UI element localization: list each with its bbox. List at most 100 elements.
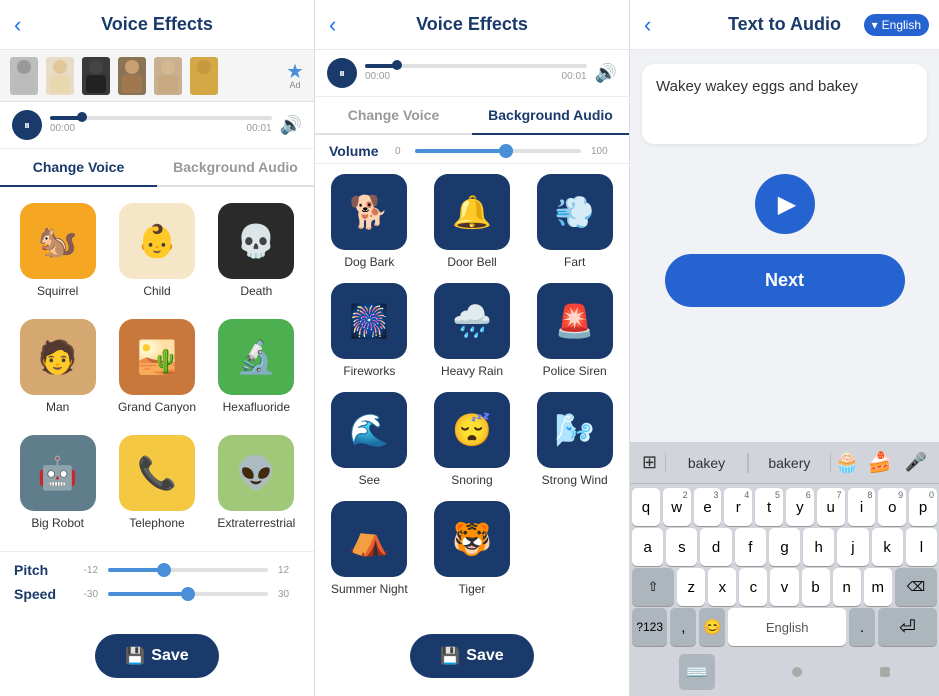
key-shift[interactable]: ⇧ bbox=[632, 568, 674, 606]
tab-change-voice-2[interactable]: Change Voice bbox=[315, 97, 472, 133]
bb-square[interactable] bbox=[880, 667, 890, 677]
key-k[interactable]: k bbox=[872, 528, 903, 566]
progress-bar-1[interactable] bbox=[50, 116, 272, 120]
key-y[interactable]: y6 bbox=[786, 488, 814, 526]
key-d[interactable]: d bbox=[700, 528, 731, 566]
key-c[interactable]: c bbox=[739, 568, 767, 606]
key-emoji-btn[interactable]: 😊 bbox=[699, 608, 725, 646]
key-period[interactable]: . bbox=[849, 608, 875, 646]
key-backspace[interactable]: ⌫ bbox=[895, 568, 937, 606]
tab-background-audio-1[interactable]: Background Audio bbox=[157, 149, 314, 185]
time-total-2: 00:01 bbox=[562, 71, 587, 82]
voice-item-death[interactable]: 💀 Death bbox=[207, 195, 306, 311]
save-button-1[interactable]: 💾 Save bbox=[95, 634, 218, 678]
volume-thumb[interactable] bbox=[499, 144, 513, 158]
key-i[interactable]: i8 bbox=[848, 488, 876, 526]
key-return[interactable]: ⏎ bbox=[878, 608, 937, 646]
key-comma[interactable]: , bbox=[670, 608, 696, 646]
bg-item-doorbell[interactable]: 🔔 Door Bell bbox=[422, 168, 523, 275]
bb-keyboard-icon[interactable]: ⌨️ bbox=[679, 654, 715, 690]
key-n[interactable]: n bbox=[833, 568, 861, 606]
pause-button-1[interactable]: ⏸ bbox=[12, 110, 42, 140]
bg-item-rain[interactable]: 🌧️ Heavy Rain bbox=[422, 277, 523, 384]
key-s[interactable]: s bbox=[666, 528, 697, 566]
key-j[interactable]: j bbox=[837, 528, 868, 566]
save-icon-1: 💾 bbox=[125, 646, 145, 666]
key-b[interactable]: b bbox=[802, 568, 830, 606]
pitch-track[interactable] bbox=[108, 568, 268, 572]
voice-item-squirrel[interactable]: 🐿️ Squirrel bbox=[8, 195, 107, 311]
progress-container-1: 00:00 00:01 bbox=[50, 116, 272, 134]
bg-item-fireworks[interactable]: 🎆 Fireworks bbox=[319, 277, 420, 384]
key-h[interactable]: h bbox=[803, 528, 834, 566]
key-r[interactable]: r4 bbox=[724, 488, 752, 526]
voice-item-robot[interactable]: 🤖 Big Robot bbox=[8, 427, 107, 543]
bb-home[interactable] bbox=[792, 667, 802, 677]
voice-item-canyon[interactable]: 🏜️ Grand Canyon bbox=[107, 311, 206, 427]
key-m[interactable]: m bbox=[864, 568, 892, 606]
bg-item-police[interactable]: 🚨 Police Siren bbox=[524, 277, 625, 384]
voice-label-man: Man bbox=[46, 400, 69, 414]
save-button-2[interactable]: 💾 Save bbox=[410, 634, 533, 678]
voice-item-hexa[interactable]: 🔬 Hexafluoride bbox=[207, 311, 306, 427]
speed-track[interactable] bbox=[108, 592, 268, 596]
suggestion-bakery[interactable]: bakery bbox=[748, 453, 831, 473]
back-icon-2[interactable]: ‹ bbox=[329, 12, 336, 38]
tab-change-voice-1[interactable]: Change Voice bbox=[0, 149, 157, 187]
voice-item-alien[interactable]: 👽 Extraterrestrial bbox=[207, 427, 306, 543]
key-space[interactable]: English bbox=[728, 608, 846, 646]
speed-thumb[interactable] bbox=[181, 587, 195, 601]
bg-item-tiger[interactable]: 🐯 Tiger bbox=[422, 495, 523, 602]
ad-banner: Ad bbox=[0, 50, 314, 102]
volume-track[interactable] bbox=[415, 149, 581, 153]
voice-label-alien: Extraterrestrial bbox=[217, 516, 295, 530]
key-v[interactable]: v bbox=[770, 568, 798, 606]
voice-item-child[interactable]: 👶 Child bbox=[107, 195, 206, 311]
voice-item-telephone[interactable]: 📞 Telephone bbox=[107, 427, 206, 543]
audio-player-2: ⏸ 00:00 00:01 🔊 bbox=[315, 50, 629, 97]
keyboard-bottom-bar: ⌨️ bbox=[630, 648, 939, 696]
mic-icon[interactable]: 🎤 bbox=[897, 448, 935, 477]
key-t[interactable]: t5 bbox=[755, 488, 783, 526]
suggestion-emoji2[interactable]: 🍰 bbox=[864, 448, 897, 477]
bg-item-wind[interactable]: 🌬️ Strong Wind bbox=[524, 386, 625, 493]
volume-icon-1[interactable]: 🔊 bbox=[280, 115, 302, 136]
pitch-thumb[interactable] bbox=[157, 563, 171, 577]
suggestion-bakey[interactable]: bakey bbox=[665, 453, 748, 473]
key-g[interactable]: g bbox=[769, 528, 800, 566]
suggestion-emoji1[interactable]: 🧁 bbox=[831, 448, 864, 477]
tab-background-audio-2[interactable]: Background Audio bbox=[472, 97, 629, 135]
key-u[interactable]: u7 bbox=[817, 488, 845, 526]
key-numbers[interactable]: ?123 bbox=[632, 608, 667, 646]
key-z[interactable]: z bbox=[677, 568, 705, 606]
bg-item-summer[interactable]: ⛺ Summer Night bbox=[319, 495, 420, 602]
tta-play-button[interactable]: ▶ bbox=[755, 174, 815, 234]
grid-icon[interactable]: ⊞ bbox=[634, 448, 665, 477]
tta-header: ‹ Text to Audio ▾ English bbox=[630, 0, 939, 50]
panel2-title: Voice Effects bbox=[416, 14, 528, 35]
lang-selector[interactable]: ▾ English bbox=[864, 14, 929, 36]
key-o[interactable]: o9 bbox=[878, 488, 906, 526]
back-icon[interactable]: ‹ bbox=[14, 12, 21, 38]
key-w[interactable]: w2 bbox=[663, 488, 691, 526]
bg-item-fart[interactable]: 💨 Fart bbox=[524, 168, 625, 275]
next-button[interactable]: Next bbox=[665, 254, 905, 307]
key-p[interactable]: p0 bbox=[909, 488, 937, 526]
key-q[interactable]: q bbox=[632, 488, 660, 526]
voice-item-man[interactable]: 🧑 Man bbox=[8, 311, 107, 427]
keyboard-rows: q w2 e3 r4 t5 y6 u7 i8 o9 p0 a s d f g h… bbox=[630, 484, 939, 648]
bg-icon-see: 🌊 bbox=[331, 392, 407, 468]
back-icon-3[interactable]: ‹ bbox=[644, 12, 651, 38]
bg-icon-tiger: 🐯 bbox=[434, 501, 510, 577]
key-a[interactable]: a bbox=[632, 528, 663, 566]
key-l[interactable]: l bbox=[906, 528, 937, 566]
progress-bar-2[interactable] bbox=[365, 64, 587, 68]
bg-item-snoring[interactable]: 😴 Snoring bbox=[422, 386, 523, 493]
volume-icon-2[interactable]: 🔊 bbox=[595, 63, 617, 84]
key-x[interactable]: x bbox=[708, 568, 736, 606]
key-e[interactable]: e3 bbox=[694, 488, 722, 526]
bg-item-see[interactable]: 🌊 See bbox=[319, 386, 420, 493]
pause-button-2[interactable]: ⏸ bbox=[327, 58, 357, 88]
key-f[interactable]: f bbox=[735, 528, 766, 566]
bg-item-dogbark[interactable]: 🐕 Dog Bark bbox=[319, 168, 420, 275]
